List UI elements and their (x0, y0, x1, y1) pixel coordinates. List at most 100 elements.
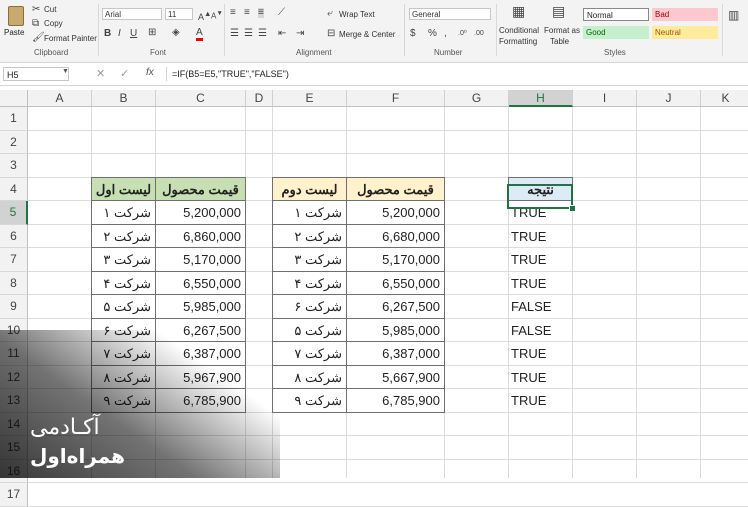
wrap-text-button[interactable]: Wrap Text (339, 10, 375, 19)
table1-header-price[interactable]: قیمت محصول (155, 176, 246, 201)
table2-company-cell[interactable]: شرکت ۱ (272, 200, 347, 225)
align-right-icon[interactable]: ☰ (258, 29, 267, 39)
column-header-g[interactable]: G (445, 90, 509, 107)
style-neutral[interactable]: Neutral (652, 26, 718, 39)
fill-color-icon[interactable]: ◈ (172, 28, 180, 38)
cut-button[interactable]: Cut (44, 5, 56, 14)
row-header-5[interactable]: 5 (0, 201, 28, 225)
format-as-table-label-1[interactable]: Format as (544, 26, 580, 35)
table2-company-cell[interactable]: شرکت ۴ (272, 270, 347, 295)
font-size-select[interactable]: 11 (165, 8, 193, 20)
conditional-formatting-label-1[interactable]: Conditional (499, 26, 539, 35)
table2-price-cell[interactable]: 6,387,000 (346, 341, 445, 366)
row-header-2[interactable]: 2 (0, 130, 28, 154)
table2-price-cell[interactable]: 5,170,000 (346, 247, 445, 272)
result-cell[interactable]: FALSE (509, 295, 574, 320)
italic-icon[interactable]: I (118, 29, 121, 39)
column-header-k[interactable]: K (701, 90, 748, 107)
increase-decimal-icon[interactable]: .0⁰ (458, 29, 467, 39)
currency-icon[interactable]: $ (410, 29, 416, 39)
table1-price-cell[interactable]: 6,860,000 (155, 223, 246, 248)
font-color-icon[interactable]: A (196, 28, 203, 41)
result-cell[interactable]: TRUE (509, 342, 574, 367)
insert-function-icon[interactable]: fx (146, 67, 154, 78)
orientation-icon[interactable]: ⟋ (278, 8, 285, 18)
table2-price-cell[interactable]: 6,785,900 (346, 388, 445, 413)
paste-button[interactable]: Paste (4, 4, 28, 44)
bottom-align-icon[interactable]: ≡ (258, 8, 264, 18)
table2-price-cell[interactable]: 5,667,900 (346, 364, 445, 389)
column-header-a[interactable]: A (28, 90, 92, 107)
middle-align-icon[interactable]: ≡ (244, 8, 250, 18)
table1-company-cell[interactable]: شرکت ۴ (91, 270, 156, 295)
table1-header-list[interactable]: لیست اول (91, 176, 156, 201)
decrease-indent-icon[interactable]: ⇤ (278, 29, 286, 39)
result-cell[interactable]: TRUE (509, 225, 574, 250)
row-header-6[interactable]: 6 (0, 224, 28, 248)
row-header-1[interactable]: 1 (0, 107, 28, 131)
table1-price-cell[interactable]: 5,170,000 (155, 247, 246, 272)
format-painter-button[interactable]: Format Painter (44, 34, 97, 43)
comma-icon[interactable]: , (444, 29, 447, 39)
style-good[interactable]: Good (583, 26, 649, 39)
table2-price-cell[interactable]: 6,267,500 (346, 294, 445, 319)
table2-price-cell[interactable]: 6,680,000 (346, 223, 445, 248)
merge-center-button[interactable]: Merge & Center (339, 30, 395, 39)
column-header-f[interactable]: F (347, 90, 445, 107)
align-center-icon[interactable]: ☰ (244, 29, 253, 39)
font-name-select[interactable]: Arial (102, 8, 162, 20)
insert-cells-icon[interactable]: ▥ (728, 9, 739, 21)
align-left-icon[interactable]: ☰ (230, 29, 239, 39)
result-cell[interactable]: TRUE (509, 366, 574, 391)
table1-company-cell[interactable]: شرکت ۳ (91, 247, 156, 272)
decrease-decimal-icon[interactable]: .00 (474, 29, 484, 39)
column-header-c[interactable]: C (156, 90, 246, 107)
table2-company-cell[interactable]: شرکت ۶ (272, 294, 347, 319)
table2-company-cell[interactable]: شرکت ۳ (272, 247, 347, 272)
style-bad[interactable]: Bad (652, 8, 718, 21)
column-header-d[interactable]: D (246, 90, 273, 107)
table2-company-cell[interactable]: شرکت ۲ (272, 223, 347, 248)
table2-price-cell[interactable]: 5,200,000 (346, 200, 445, 225)
column-header-j[interactable]: J (637, 90, 701, 107)
column-header-h[interactable]: H (509, 90, 573, 107)
copy-button[interactable]: Copy (44, 19, 63, 28)
table1-company-cell[interactable]: شرکت ۱ (91, 200, 156, 225)
table2-price-cell[interactable]: 5,985,000 (346, 317, 445, 342)
underline-icon[interactable]: U (130, 29, 137, 39)
row-header-9[interactable]: 9 (0, 295, 28, 319)
result-cell[interactable]: TRUE (509, 272, 574, 297)
cancel-icon[interactable]: ✕ (96, 67, 105, 80)
name-box-dropdown-icon[interactable]: ▼ (62, 68, 69, 75)
column-header-e[interactable]: E (273, 90, 347, 107)
row-header-17[interactable]: 17 (0, 483, 28, 507)
result-cell[interactable]: FALSE (509, 319, 574, 344)
increase-font-icon[interactable]: A▲ (198, 9, 211, 22)
table1-company-cell[interactable]: شرکت ۵ (91, 294, 156, 319)
enter-icon[interactable]: ✓ (120, 67, 129, 80)
fill-handle[interactable] (569, 205, 576, 212)
table2-price-cell[interactable]: 6,550,000 (346, 270, 445, 295)
borders-icon[interactable]: ⊞ (148, 28, 156, 38)
number-format-select[interactable]: General (409, 8, 491, 20)
percent-icon[interactable]: % (428, 29, 437, 39)
row-header-7[interactable]: 7 (0, 248, 28, 272)
format-as-table-label-2[interactable]: Table (550, 37, 569, 46)
row-header-4[interactable]: 4 (0, 177, 28, 201)
increase-indent-icon[interactable]: ⇥ (296, 29, 304, 39)
table2-company-cell[interactable]: شرکت ۸ (272, 364, 347, 389)
table2-header-price[interactable]: قیمت محصول (346, 176, 445, 201)
result-cell[interactable]: TRUE (509, 248, 574, 273)
conditional-formatting-label-2[interactable]: Formatting (499, 37, 537, 46)
column-header-b[interactable]: B (92, 90, 156, 107)
table1-price-cell[interactable]: 5,985,000 (155, 294, 246, 319)
table2-company-cell[interactable]: شرکت ۹ (272, 388, 347, 413)
table1-company-cell[interactable]: شرکت ۲ (91, 223, 156, 248)
result-cell[interactable]: TRUE (509, 389, 574, 414)
column-header-i[interactable]: I (573, 90, 637, 107)
row-header-8[interactable]: 8 (0, 271, 28, 295)
decrease-font-icon[interactable]: A▼ (211, 9, 223, 22)
table2-header-list[interactable]: لیست دوم (272, 176, 347, 201)
top-align-icon[interactable]: ≡ (230, 8, 236, 18)
row-header-3[interactable]: 3 (0, 154, 28, 178)
